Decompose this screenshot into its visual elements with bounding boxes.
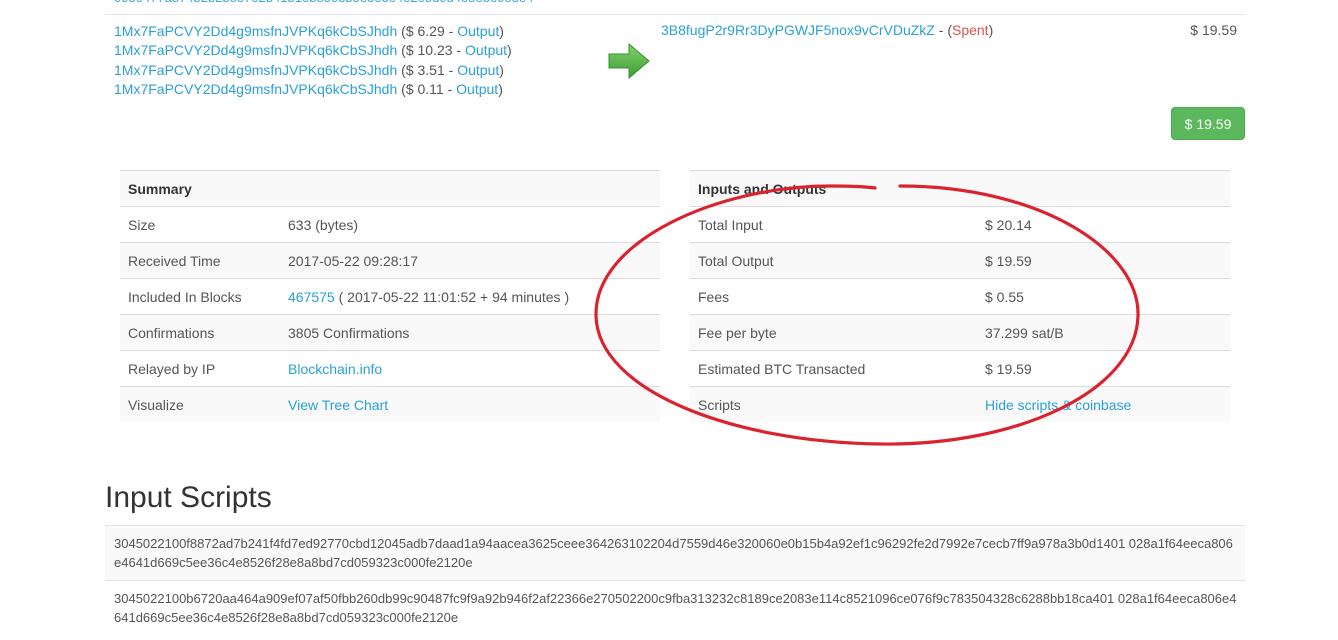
row-value: View Tree Chart	[280, 386, 660, 422]
row-label: Scripts	[690, 386, 977, 422]
transaction-output: 3B8fugP2r9Rr3DyPGWJF5nox9vCrVDuZkZ - (Sp…	[661, 22, 994, 38]
input-address-link[interactable]: 1Mx7FaPCVY2Dd4g9msfnJVPKq6kCbSJhdh	[114, 81, 397, 97]
green-right-arrow-icon	[608, 43, 650, 79]
row-label: Relayed by IP	[120, 350, 280, 387]
input-amount: $ 6.29	[405, 23, 445, 39]
table-row: Size 633 (bytes)	[120, 206, 660, 243]
table-row: Relayed by IP Blockchain.info	[120, 350, 660, 387]
input-amount: $ 3.51	[405, 61, 445, 78]
input-amount: $ 10.23	[405, 42, 453, 59]
inputs-outputs-title: Inputs and Outputs	[690, 170, 1230, 207]
input-address-link[interactable]: 1Mx7FaPCVY2Dd4g9msfnJVPKq6kCbSJhdh	[114, 23, 397, 39]
output-address-link[interactable]: 3B8fugP2r9Rr3DyPGWJF5nox9vCrVDuZkZ	[661, 22, 935, 38]
input-script: 3045022100f8872ad7b241f4fd7ed92770cbd120…	[105, 525, 1245, 580]
row-label: Size	[120, 206, 280, 243]
block-link[interactable]: 467575	[288, 289, 335, 305]
row-value: Hide scripts & coinbase	[977, 386, 1230, 422]
spent-status: Spent	[951, 22, 989, 38]
transaction-inputs: 1Mx7FaPCVY2Dd4g9msfnJVPKq6kCbSJhdh ($ 6.…	[114, 22, 512, 100]
input-scripts-heading: Input Scripts	[105, 481, 272, 514]
input-row: 1Mx7FaPCVY2Dd4g9msfnJVPKq6kCbSJhdh ($ 0.…	[114, 81, 503, 98]
view-tree-chart-link[interactable]: View Tree Chart	[288, 397, 388, 413]
input-output-link[interactable]: Output	[465, 42, 507, 58]
transaction-divider	[105, 14, 1245, 15]
input-row: 1Mx7FaPCVY2Dd4g9msfnJVPKq6kCbSJhdh ($ 3.…	[114, 61, 504, 78]
row-value: $ 19.59	[977, 350, 1230, 387]
row-label: Received Time	[120, 242, 280, 279]
row-value: 37.299 sat/B	[977, 314, 1230, 351]
table-row: Fee per byte 37.299 sat/B	[690, 314, 1230, 351]
row-value: 2017-05-22 09:28:17	[280, 242, 660, 279]
table-row: Included In Blocks 467575 ( 2017-05-22 1…	[120, 278, 660, 315]
summary-table: Summary Size 633 (bytes) Received Time 2…	[120, 170, 660, 422]
row-value: 467575 ( 2017-05-22 11:01:52 + 94 minute…	[280, 278, 660, 315]
output-amount: $ 19.59	[1190, 22, 1237, 38]
input-script: 3045022100b6720aa464a909ef07af50fbb260db…	[105, 580, 1245, 640]
input-output-link[interactable]: Output	[457, 23, 499, 39]
hide-scripts-link[interactable]: Hide scripts & coinbase	[985, 397, 1131, 413]
input-row: 1Mx7FaPCVY2Dd4g9msfnJVPKq6kCbSJhdh ($ 6.…	[114, 23, 504, 39]
row-label: Fees	[690, 278, 977, 315]
previous-transaction-hash[interactable]: 0930477a874b2b2b857e2b41b1eb85e3b5e3e3e4…	[114, 0, 533, 5]
input-address-link[interactable]: 1Mx7FaPCVY2Dd4g9msfnJVPKq6kCbSJhdh	[114, 42, 397, 58]
row-label: Confirmations	[120, 314, 280, 351]
input-output-link[interactable]: Output	[457, 62, 499, 78]
row-value: 633 (bytes)	[280, 206, 660, 243]
table-row: Estimated BTC Transacted $ 19.59	[690, 350, 1230, 387]
inputs-outputs-table: Inputs and Outputs Total Input $ 20.14 T…	[690, 170, 1230, 422]
row-value: $ 0.55	[977, 278, 1230, 315]
input-output-link[interactable]: Output	[456, 81, 498, 97]
summary-title: Summary	[120, 170, 660, 207]
input-row: 1Mx7FaPCVY2Dd4g9msfnJVPKq6kCbSJhdh ($ 10…	[114, 42, 512, 59]
table-row: Confirmations 3805 Confirmations	[120, 314, 660, 351]
table-row: Fees $ 0.55	[690, 278, 1230, 315]
relayed-by-link[interactable]: Blockchain.info	[288, 361, 382, 377]
row-label: Fee per byte	[690, 314, 977, 351]
table-row: Received Time 2017-05-22 09:28:17	[120, 242, 660, 279]
table-row: Visualize View Tree Chart	[120, 386, 660, 422]
table-row: Scripts Hide scripts & coinbase	[690, 386, 1230, 422]
row-label: Total Input	[690, 206, 977, 243]
row-label: Total Output	[690, 242, 977, 279]
total-amount-button[interactable]: $ 19.59	[1171, 107, 1245, 140]
row-value: 3805 Confirmations	[280, 314, 660, 351]
input-address-link[interactable]: 1Mx7FaPCVY2Dd4g9msfnJVPKq6kCbSJhdh	[114, 62, 397, 78]
row-value: $ 19.59	[977, 242, 1230, 279]
table-row: Total Input $ 20.14	[690, 206, 1230, 243]
row-label: Included In Blocks	[120, 278, 280, 315]
row-value: $ 20.14	[977, 206, 1230, 243]
input-amount: $ 0.11	[405, 81, 444, 98]
row-label: Estimated BTC Transacted	[690, 350, 977, 387]
row-value: Blockchain.info	[280, 350, 660, 387]
table-row: Total Output $ 19.59	[690, 242, 1230, 279]
row-label: Visualize	[120, 386, 280, 422]
